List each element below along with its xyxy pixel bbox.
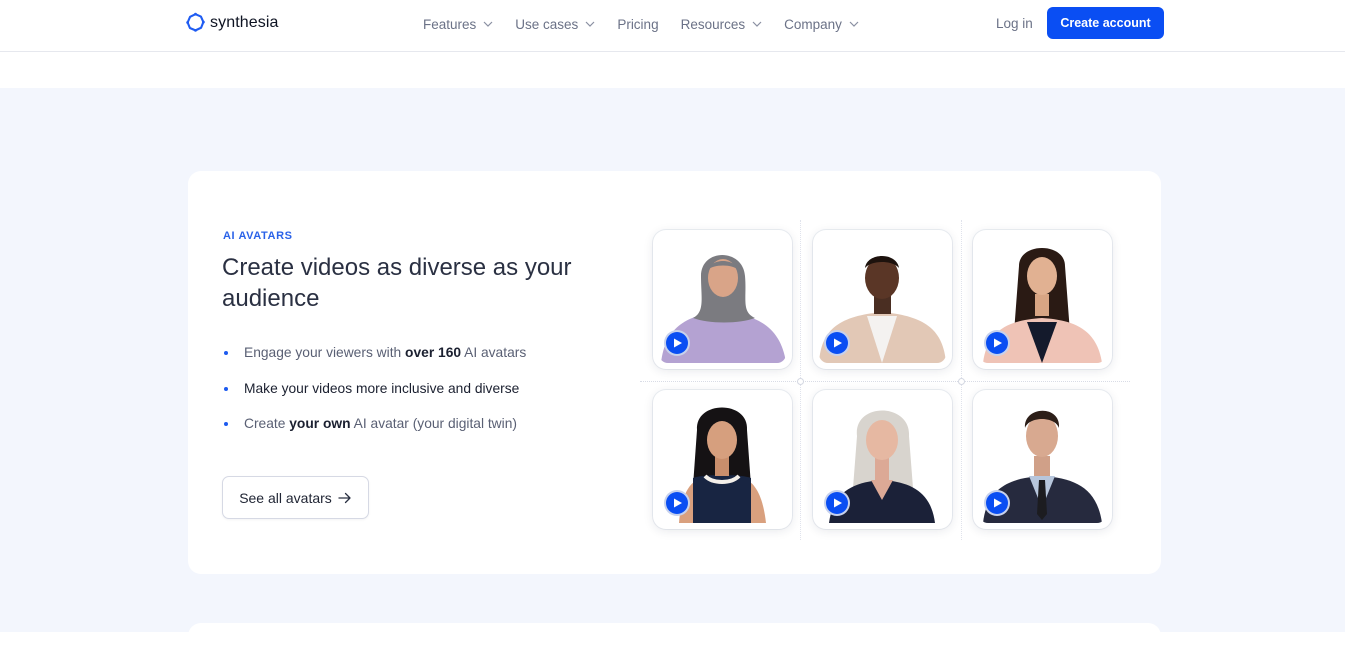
see-all-avatars-label: See all avatars	[239, 489, 332, 506]
avatar-tile[interactable]	[653, 230, 792, 369]
grid-divider	[640, 381, 1130, 382]
avatar-tile[interactable]	[653, 390, 792, 529]
create-account-button[interactable]: Create account	[1047, 7, 1164, 39]
nav-company[interactable]: Company	[784, 15, 859, 33]
bullet-text: AI avatar (your digital twin)	[350, 416, 517, 431]
avatar-grid	[640, 220, 1130, 540]
avatar-tile[interactable]	[813, 230, 952, 369]
nav-pricing-label: Pricing	[617, 16, 659, 32]
play-icon	[994, 338, 1002, 348]
arrow-right-icon	[338, 492, 351, 503]
chevron-down-icon	[752, 21, 762, 27]
nav-features[interactable]: Features	[423, 15, 493, 33]
bullet-item: Make your videos more inclusive and dive…	[223, 380, 526, 416]
avatar-tile[interactable]	[813, 390, 952, 529]
synthesia-logo-icon	[186, 12, 205, 32]
nav-use-cases-label: Use cases	[515, 16, 579, 32]
bullet-text: AI avatars	[461, 345, 527, 360]
play-icon	[674, 338, 682, 348]
section-headline: Create videos as diverse as your audienc…	[222, 254, 572, 312]
chevron-down-icon	[849, 21, 859, 27]
next-feature-card	[188, 623, 1161, 663]
avatar-tile[interactable]	[973, 390, 1112, 529]
avatar-tile[interactable]	[973, 230, 1112, 369]
top-navigation-bar: synthesia Features Use cases Pricing Res…	[0, 0, 1345, 52]
play-button[interactable]	[984, 490, 1010, 516]
play-icon	[994, 498, 1002, 508]
see-all-avatars-button[interactable]: See all avatars	[222, 476, 369, 519]
nav-company-label: Company	[784, 16, 842, 32]
nav-resources-label: Resources	[680, 16, 746, 32]
chevron-down-icon	[585, 21, 595, 27]
logo-text: synthesia	[210, 13, 279, 31]
section-eyebrow: AI AVATARS	[223, 230, 293, 242]
nav-pricing[interactable]: Pricing	[617, 15, 658, 33]
play-icon	[834, 338, 842, 348]
synthesia-logo[interactable]: synthesia	[185, 12, 279, 33]
feature-bullet-list: Engage your viewers with over 160 AI ava…	[223, 344, 526, 451]
play-button[interactable]	[824, 490, 850, 516]
bullet-item: Engage your viewers with over 160 AI ava…	[223, 344, 526, 380]
bullet-item: Create your own AI avatar (your digital …	[223, 415, 526, 451]
play-icon	[834, 498, 842, 508]
bullet-text: Engage your viewers with	[244, 345, 406, 360]
bullet-emphasis: over 160	[405, 345, 462, 360]
chevron-down-icon	[483, 21, 493, 27]
play-button[interactable]	[664, 490, 690, 516]
login-link[interactable]: Log in	[996, 16, 1033, 31]
grid-node	[797, 378, 804, 385]
play-button[interactable]	[984, 330, 1010, 356]
main-nav: Features Use cases Pricing Resources Com…	[423, 15, 881, 33]
play-button[interactable]	[664, 330, 690, 356]
grid-node	[958, 378, 965, 385]
bullet-text: Create	[244, 416, 290, 431]
play-button[interactable]	[824, 330, 850, 356]
nav-use-cases[interactable]: Use cases	[515, 15, 595, 33]
bullet-emphasis: your own	[289, 416, 351, 431]
play-icon	[674, 498, 682, 508]
nav-features-label: Features	[423, 16, 477, 32]
nav-resources[interactable]: Resources	[681, 15, 763, 33]
bullet-text: Make your videos more inclusive and dive…	[244, 380, 520, 396]
